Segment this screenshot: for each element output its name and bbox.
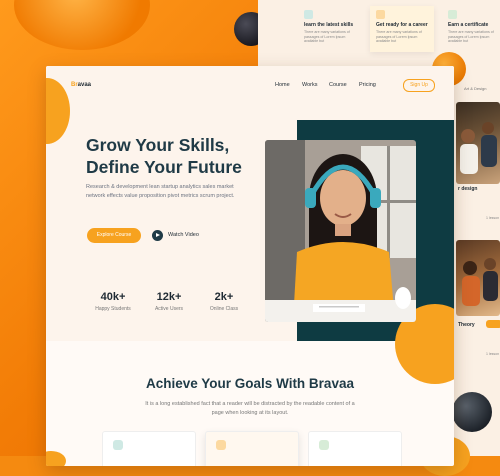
landing-page: Bravaa Home Works Course Pricing Sign Up… [46,66,454,466]
course-title-1: r design [458,186,478,192]
certificate-icon [448,10,457,19]
watch-video-link[interactable]: Watch Video [168,232,199,238]
nav-course[interactable]: Course [329,82,347,88]
hero-description: Research & development lean startup anal… [86,184,235,199]
feature-title: Earn a certificate [448,22,489,28]
hero-title: Grow Your Skills, Define Your Future [86,135,242,177]
lesson-count: 1 lesson [486,216,500,220]
decorative-orange-shape [46,451,66,466]
lesson-count: 1 lesson [486,352,500,356]
course-thumbnail-1[interactable] [456,102,500,184]
hero-student-photo [265,140,416,322]
feature-text: There are many variations of passages of… [304,30,350,43]
book-icon [113,440,123,450]
feature-title: learn the latest skills [304,22,354,28]
goal-card-career[interactable] [205,431,299,466]
course-title-2: Theory [458,322,475,328]
goal-card-certificate[interactable] [308,431,402,466]
briefcase-icon [216,440,226,450]
nav-works[interactable]: Works [302,82,317,88]
nav-home[interactable]: Home [275,82,290,88]
stat-active-users: 12k+ Active Users [154,291,184,312]
certificate-icon [319,440,329,450]
stat-online-class: 2k+ Online Class [209,291,239,312]
logo[interactable]: Bravaa [71,82,91,88]
goals-subtitle: It is a long established fact that a rea… [145,401,355,416]
feature-title: Get ready for a career [376,22,428,28]
goal-card-learn[interactable] [102,431,196,466]
briefcase-icon [376,10,385,19]
enroll-pill[interactable] [486,320,500,328]
decorative-dark-sphere [452,392,492,432]
stat-happy-students: 40k+ Happy Students [95,291,131,312]
course-side-panel: Art & Design r design 1 lesson Theory 1 … [452,82,500,372]
category-tab[interactable]: Art & Design [464,86,486,91]
feature-card-career: Get ready for a career There are many va… [370,6,434,52]
course-thumbnail-2[interactable] [456,240,500,316]
feature-card-certificate: Earn a certificate There are many variat… [442,6,500,52]
nav-pricing[interactable]: Pricing [359,82,376,88]
play-icon[interactable] [152,230,163,241]
book-icon [304,10,313,19]
feature-text: There are many variations of passages of… [376,30,422,43]
sign-up-button[interactable]: Sign Up [403,79,435,92]
goals-title: Achieve Your Goals With Bravaa [146,376,354,391]
explore-course-button[interactable]: Explore Course [87,228,141,243]
feature-text: There are many variations of passages of… [448,30,494,43]
feature-card-learn: learn the latest skills There are many v… [298,6,360,52]
